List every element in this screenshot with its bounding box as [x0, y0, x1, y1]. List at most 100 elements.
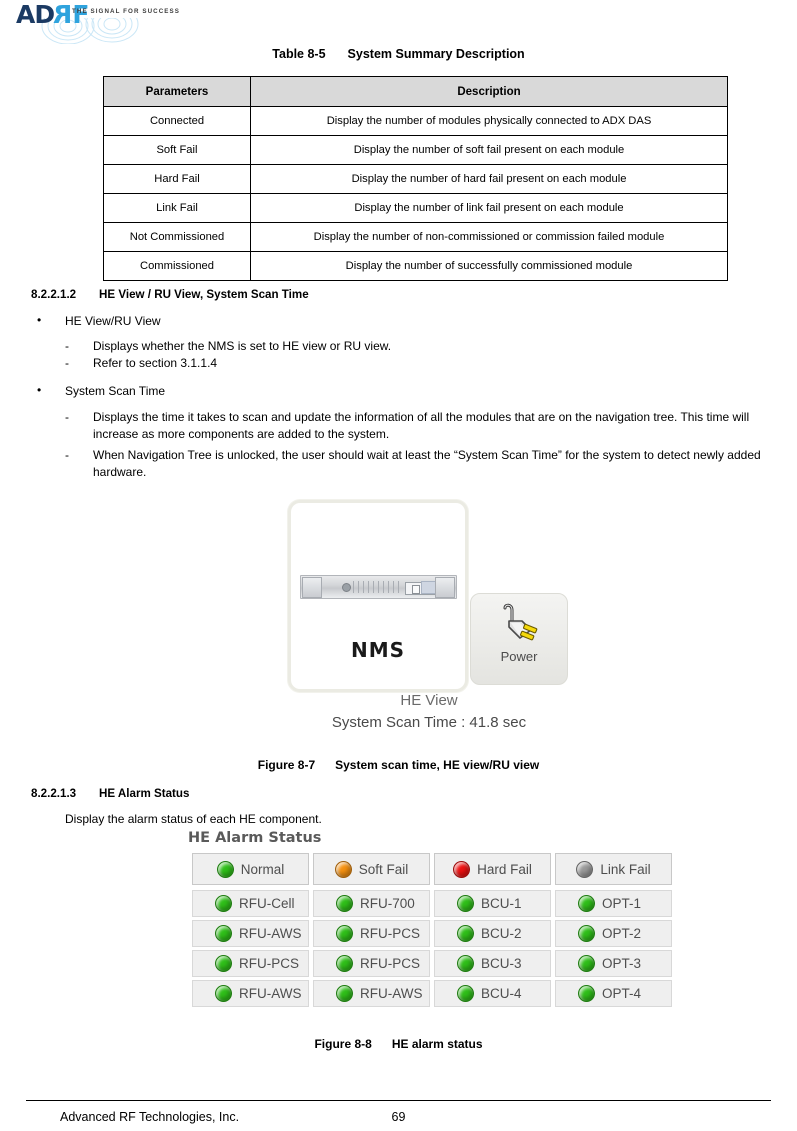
section-number: 8.2.2.1.3 — [31, 787, 77, 800]
rack-ear-left — [302, 577, 322, 598]
nms-label: NMS — [350, 638, 406, 662]
section-title: HE Alarm Status — [99, 787, 190, 800]
cell-parameter: Soft Fail — [103, 135, 251, 165]
module-label: RFU-700 — [360, 896, 415, 911]
device-port-a — [412, 585, 420, 594]
sub-bullet-displays-nms-view: Displays whether the NMS is set to HE vi… — [65, 338, 391, 355]
module-label: OPT-3 — [602, 956, 642, 971]
module-label: RFU-PCS — [239, 956, 299, 971]
table-caption-number: Table 8-5 — [272, 47, 326, 61]
sub-bullet-navigation-tree-unlocked: When Navigation Tree is unlocked, the us… — [65, 447, 793, 480]
module-label: RFU-AWS — [360, 986, 423, 1001]
system-scan-time-status-text: System Scan Time : 41.8 sec — [331, 714, 527, 731]
module-status-cell[interactable]: RFU-AWS — [313, 980, 430, 1007]
status-led-icon — [215, 955, 232, 972]
figure-caption-title: System scan time, HE view/RU view — [335, 758, 540, 772]
cell-description: Display the number of modules physically… — [250, 106, 728, 136]
rack-ear-right — [435, 577, 455, 598]
legend-label: Normal — [240, 861, 285, 877]
power-button[interactable]: Power — [470, 593, 568, 685]
figure-caption-number: Figure 8-7 — [257, 758, 316, 772]
module-label: RFU-AWS — [239, 986, 302, 1001]
document-page: ADRF THE SIGNAL FOR SUCCESS Table 8-5 Sys… — [0, 0, 797, 1131]
alarm-grid-row: RFU-PCS RFU-PCS BCU-3 OPT-3 — [192, 950, 672, 977]
module-label: RFU-PCS — [360, 956, 420, 971]
module-status-cell[interactable]: RFU-PCS — [313, 950, 430, 977]
status-led-icon — [336, 955, 353, 972]
module-status-cell[interactable]: OPT-3 — [555, 950, 672, 977]
module-label: OPT-2 — [602, 926, 642, 941]
module-status-cell[interactable]: RFU-AWS — [192, 920, 309, 947]
module-status-cell[interactable]: RFU-PCS — [192, 950, 309, 977]
cell-parameter: Connected — [103, 106, 251, 136]
legend-item-hard-fail[interactable]: Hard Fail — [434, 853, 551, 885]
power-label: Power — [500, 649, 538, 664]
table-row: Hard Fail Display the number of hard fai… — [103, 164, 728, 194]
figure-8-8-caption: Figure 8-8 HE alarm status — [0, 1037, 797, 1051]
status-led-icon — [578, 925, 595, 942]
module-label: OPT-1 — [602, 896, 642, 911]
footer-page-number: 69 — [391, 1110, 406, 1124]
module-status-cell[interactable]: RFU-AWS — [192, 980, 309, 1007]
sub-bullet-scan-time-description: Displays the time it takes to scan and u… — [65, 409, 793, 442]
legend-item-normal[interactable]: Normal — [192, 853, 309, 885]
module-label: RFU-Cell — [239, 896, 295, 911]
status-led-icon — [336, 925, 353, 942]
figure-caption-title: HE alarm status — [391, 1037, 483, 1051]
he-view-status-text: HE View — [400, 692, 458, 709]
module-status-cell[interactable]: BCU-2 — [434, 920, 551, 947]
module-label: BCU-3 — [481, 956, 522, 971]
module-label: RFU-PCS — [360, 926, 420, 941]
legend-label: Soft Fail — [358, 861, 409, 877]
status-led-icon — [336, 895, 353, 912]
column-header-parameters: Parameters — [103, 76, 251, 107]
module-status-cell[interactable]: BCU-1 — [434, 890, 551, 917]
device-vent-grille — [353, 581, 400, 593]
figure-8-8-image: HE Alarm Status Normal Soft Fail Hard Fa… — [188, 830, 672, 1020]
status-led-icon — [457, 925, 474, 942]
module-status-cell[interactable]: RFU-Cell — [192, 890, 309, 917]
cell-parameter: Link Fail — [103, 193, 251, 223]
sub-bullet-refer-section: Refer to section 3.1.1.4 — [65, 355, 217, 372]
module-status-cell[interactable]: OPT-1 — [555, 890, 672, 917]
module-status-cell[interactable]: OPT-2 — [555, 920, 672, 947]
module-status-cell[interactable]: BCU-4 — [434, 980, 551, 1007]
cell-description: Display the number of soft fail present … — [250, 135, 728, 165]
module-status-cell[interactable]: BCU-3 — [434, 950, 551, 977]
adrf-logo: ADRF THE SIGNAL FOR SUCCESS — [16, 0, 316, 44]
he-alarm-status-title: HE Alarm Status — [188, 830, 322, 846]
status-led-icon — [578, 955, 595, 972]
status-led-icon — [215, 925, 232, 942]
figure-caption-number: Figure 8-8 — [314, 1037, 372, 1051]
bullet-system-scan-time: System Scan Time — [37, 383, 165, 398]
logo-tagline: THE SIGNAL FOR SUCCESS — [72, 8, 180, 15]
module-status-cell[interactable]: OPT-4 — [555, 980, 672, 1007]
section-heading-8-2-2-1-3: 8.2.2.1.3 HE Alarm Status — [31, 787, 189, 800]
cell-parameter: Hard Fail — [103, 164, 251, 194]
device-knob-icon — [342, 583, 351, 592]
alarm-grid-row: RFU-AWS RFU-AWS BCU-4 OPT-4 — [192, 980, 672, 1007]
status-led-icon — [334, 860, 352, 878]
status-led-icon — [576, 860, 594, 878]
section-number: 8.2.2.1.2 — [31, 288, 77, 301]
table-header-row: Parameters Description — [103, 76, 728, 107]
legend-item-link-fail[interactable]: Link Fail — [555, 853, 672, 885]
alarm-grid-row: RFU-AWS RFU-PCS BCU-2 OPT-2 — [192, 920, 672, 947]
status-led-icon — [215, 985, 232, 1002]
nms-card[interactable]: NMS — [288, 500, 468, 692]
section-title: HE View / RU View, System Scan Time — [99, 288, 309, 301]
alarm-legend-row: Normal Soft Fail Hard Fail Link Fail — [192, 853, 672, 885]
table-row: Soft Fail Display the number of soft fai… — [103, 135, 728, 165]
section-body-text: Display the alarm status of each HE comp… — [65, 812, 322, 826]
module-status-cell[interactable]: RFU-700 — [313, 890, 430, 917]
status-led-icon — [457, 985, 474, 1002]
bullet-he-view-ru-view: HE View/RU View — [37, 313, 160, 328]
legend-label: Link Fail — [600, 861, 651, 877]
status-led-icon — [453, 860, 471, 878]
cell-description: Display the number of successfully commi… — [250, 251, 728, 281]
footer-divider — [26, 1100, 771, 1101]
legend-item-soft-fail[interactable]: Soft Fail — [313, 853, 430, 885]
module-label: BCU-1 — [481, 896, 522, 911]
module-status-cell[interactable]: RFU-PCS — [313, 920, 430, 947]
cell-parameter: Commissioned — [103, 251, 251, 281]
